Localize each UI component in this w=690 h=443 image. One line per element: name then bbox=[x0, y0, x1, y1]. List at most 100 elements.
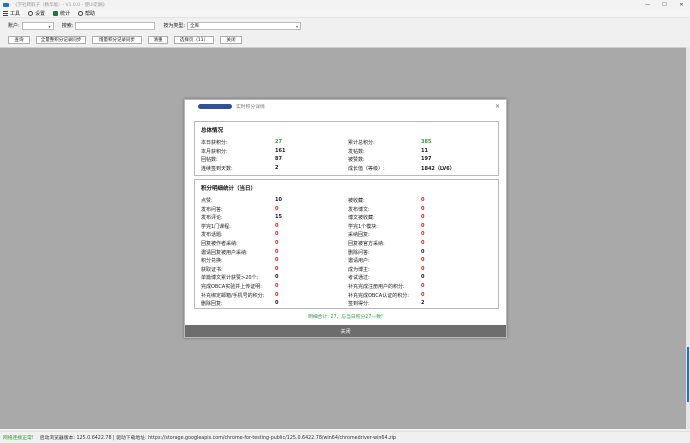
stat-label: 补充完成OBCA认证的积分: bbox=[348, 292, 409, 299]
stat-value: 0 bbox=[421, 265, 425, 272]
stat-value: 0 bbox=[421, 231, 425, 238]
app-icon bbox=[3, 2, 9, 7]
stat-label: 邀请用户: bbox=[348, 258, 370, 265]
stat-value: 87 bbox=[275, 156, 282, 162]
stat-value: 27 bbox=[275, 139, 282, 145]
status-bar: 网络连接正常! 启动浏览器版本: 125.0.6422.78 | 驱动下载地址:… bbox=[0, 431, 690, 443]
vertical-scrollbar[interactable] bbox=[686, 47, 690, 429]
full-sync-button[interactable]: 全量整积分记录同步 bbox=[36, 35, 86, 44]
stat-value: 0 bbox=[275, 248, 279, 255]
stat-label: 发布问答: bbox=[201, 206, 223, 213]
stat-label: 单篇博文累计获赞>20个: bbox=[201, 275, 259, 282]
stat-value: 0 bbox=[421, 240, 425, 246]
toolbar: 查询 全量整积分记录同步 增量积分记录同步 清重 选择页（11） 关闭 bbox=[0, 34, 690, 45]
stat-value: 0 bbox=[421, 248, 425, 255]
stat-value: 0 bbox=[421, 291, 425, 298]
stat-value: 2 bbox=[421, 300, 425, 307]
sort-label: 按为类型: bbox=[163, 23, 186, 29]
menu-stats-label: 统计 bbox=[60, 10, 71, 17]
menu-tools[interactable]: 工具 bbox=[3, 10, 20, 17]
close-icon[interactable]: ✕ bbox=[495, 103, 500, 110]
window-title: 《学社爬取子（精华版）- V1.0.0 - 使UI走酬》 bbox=[13, 2, 108, 8]
stat-label: 回复被作者采纳: bbox=[201, 241, 238, 247]
overview-section: 总体情况 本日获积分: 27 本月获积分: 161 回帖数: 87 连续签到天数: 2 累计总… bbox=[194, 121, 499, 176]
stat-value: 1842（LV6） bbox=[421, 165, 455, 172]
search-label: 搜索: bbox=[61, 23, 74, 29]
stat-label: 发布话题: bbox=[201, 232, 223, 239]
reset-button[interactable]: 清重 bbox=[148, 35, 168, 44]
stat-value: 0 bbox=[275, 222, 279, 229]
minimize-button[interactable]: — bbox=[639, 0, 656, 9]
sort-select[interactable]: 全库 ▾ bbox=[187, 21, 302, 30]
stat-label: 回帖数: bbox=[201, 157, 218, 163]
stat-label: 成为博主: bbox=[348, 266, 370, 273]
stat-label: 签到得分: bbox=[348, 301, 370, 308]
stat-label: 本日获积分: bbox=[201, 140, 228, 146]
close-window-button[interactable]: ✕ bbox=[673, 0, 690, 9]
stat-value: 0 bbox=[421, 274, 425, 281]
sort-value: 全库 bbox=[190, 23, 200, 29]
stat-label: 采纳回复: bbox=[348, 232, 370, 239]
stat-value: 0 bbox=[275, 300, 279, 307]
stat-value: 10 bbox=[275, 197, 282, 203]
close-button[interactable]: 关闭 bbox=[220, 35, 242, 44]
stat-value: 0 bbox=[275, 240, 279, 246]
stat-value: 0 bbox=[421, 197, 425, 203]
stat-value: 0 bbox=[275, 205, 279, 212]
dialog-summary: 明细合计: 27，与当日积分27一致! bbox=[308, 315, 383, 320]
query-button[interactable]: 查询 bbox=[8, 35, 30, 44]
stat-value: 15 bbox=[275, 214, 282, 221]
stat-label: 发布评论: bbox=[201, 215, 223, 222]
dialog-title: 实时积分详情 bbox=[236, 104, 265, 110]
stat-value: 0 bbox=[275, 257, 279, 264]
stat-value: 0 bbox=[275, 291, 279, 298]
stat-value: 161 bbox=[275, 147, 286, 154]
driver-info: 启动浏览器版本: 125.0.6422.78 | 驱动下载地址: https:/… bbox=[39, 436, 396, 441]
overview-title: 总体情况 bbox=[201, 128, 224, 134]
dialog-header: 实时积分详情 ✕ bbox=[185, 100, 506, 112]
help-icon bbox=[78, 10, 84, 16]
stat-value: 0 bbox=[421, 222, 425, 229]
menu-settings-label: 设置 bbox=[35, 10, 46, 17]
stat-label: 删除回复: bbox=[201, 301, 223, 308]
stat-label: 删除问答: bbox=[348, 249, 370, 256]
menu-settings[interactable]: 设置 bbox=[28, 10, 45, 17]
search-input[interactable] bbox=[75, 21, 156, 30]
select-page-button[interactable]: 选择页（11） bbox=[174, 35, 214, 44]
stat-label: 累计总积分: bbox=[348, 140, 375, 146]
stat-label: 成长值（等级）: bbox=[348, 165, 385, 172]
menu-help[interactable]: 帮助 bbox=[78, 10, 95, 17]
filter-row: 账户: ▾ 搜索: 按为类型: 全库 ▾ bbox=[0, 20, 690, 31]
stat-value: 197 bbox=[421, 156, 432, 162]
stat-value: 0 bbox=[421, 283, 425, 289]
stat-value: 0 bbox=[275, 231, 279, 238]
incremental-sync-button[interactable]: 增量积分记录同步 bbox=[92, 35, 142, 44]
stat-value: 0 bbox=[275, 265, 279, 272]
excel-icon bbox=[53, 10, 59, 16]
menu-stats[interactable]: 统计 bbox=[53, 10, 70, 17]
points-dialog: 实时积分详情 ✕ 总体情况 本日获积分: 27 本月获积分: 161 回帖数: 87 连续签… bbox=[184, 99, 507, 338]
dialog-close-button[interactable]: 关闭 bbox=[185, 325, 506, 337]
stat-label: 发帖数: bbox=[348, 148, 365, 155]
window-controls: — ☐ ✕ bbox=[639, 0, 690, 9]
maximize-button[interactable]: ☐ bbox=[656, 0, 673, 9]
stat-value: 0 bbox=[275, 274, 279, 281]
network-status: 网络连接正常! bbox=[3, 436, 34, 441]
scrollbar-thumb[interactable] bbox=[687, 347, 689, 402]
stat-value: 0 bbox=[275, 283, 279, 289]
chevron-down-icon: ▾ bbox=[296, 23, 299, 29]
stat-label: 回复被官方采纳: bbox=[348, 241, 385, 247]
stat-label: 发布博文: bbox=[348, 206, 370, 213]
stat-label: 博文被收藏: bbox=[348, 215, 375, 222]
account-label: 账户: bbox=[8, 23, 20, 29]
stat-label: 积分兑换: bbox=[201, 258, 223, 265]
list-icon bbox=[3, 10, 8, 16]
stat-label: 被赞数: bbox=[348, 157, 365, 163]
stat-value: 0 bbox=[421, 205, 425, 212]
stat-label: 补充完成注册用户的积分: bbox=[348, 284, 405, 290]
detail-title: 积分明细统计（当日） bbox=[201, 186, 257, 192]
stat-label: 补充绑定邮箱/手机号的积分: bbox=[201, 292, 265, 299]
redacted-name bbox=[198, 103, 232, 109]
stat-label: 完成OBCA实验并上传证明: bbox=[201, 284, 262, 290]
account-select[interactable]: ▾ bbox=[21, 21, 54, 30]
